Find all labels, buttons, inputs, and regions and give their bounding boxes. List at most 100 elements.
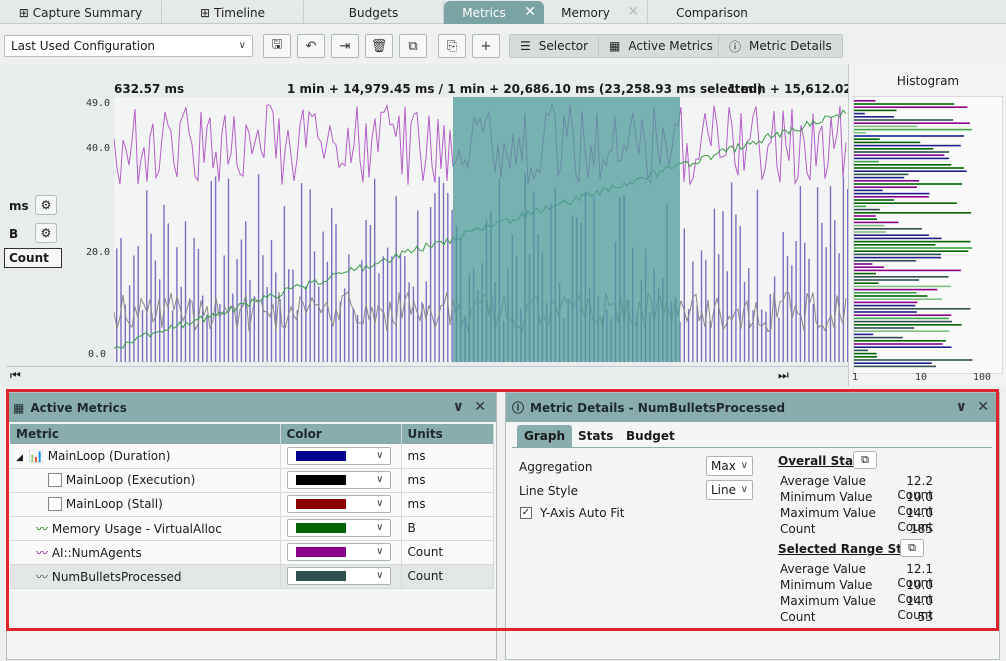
scroll-end-icon[interactable]: ⏭: [778, 368, 789, 383]
histogram-bar: [854, 327, 915, 329]
table-row[interactable]: MainLoop (Stall) ∨ ms: [10, 492, 494, 517]
unit-count-button[interactable]: Count: [4, 248, 62, 268]
close-icon[interactable]: ✕: [977, 399, 989, 415]
tab-stats[interactable]: Stats: [571, 425, 620, 447]
color-dropdown[interactable]: ∨: [286, 495, 391, 513]
save-button[interactable]: 🖫: [263, 34, 291, 58]
undo-button[interactable]: ↶: [297, 34, 325, 58]
histogram-bar: [854, 221, 899, 224]
duration-bar: [300, 183, 303, 362]
color-dropdown[interactable]: ∨: [286, 471, 391, 489]
duration-bar: [331, 208, 333, 362]
duplicate-button[interactable]: ⧉: [399, 34, 427, 58]
tab-graph[interactable]: Graph: [517, 425, 572, 447]
metric-details-button[interactable]: ⓘ Metric Details: [718, 34, 843, 58]
chevron-down-icon[interactable]: ∨: [956, 399, 967, 415]
histogram-bar: [854, 359, 973, 361]
duration-bar: [365, 219, 367, 362]
duration-bar: [412, 286, 415, 362]
close-icon[interactable]: ✕: [474, 399, 486, 415]
timeline-scrollbar[interactable]: ⏮ ⏭: [6, 366, 848, 384]
column-header[interactable]: Metric: [10, 424, 281, 444]
chevron-down-icon[interactable]: ∨: [453, 399, 464, 415]
add-button[interactable]: +: [472, 34, 500, 58]
gear-icon[interactable]: ⚙: [35, 195, 57, 215]
duration-bar: [808, 258, 810, 362]
column-header[interactable]: Color: [280, 424, 402, 444]
delete-button[interactable]: 🗑: [365, 34, 393, 58]
selector-button[interactable]: ☰ Selector: [509, 34, 600, 58]
plus-icon: +: [480, 38, 492, 54]
duration-bar: [778, 317, 780, 362]
paste-button[interactable]: ⎘: [438, 34, 466, 58]
tab-budgets[interactable]: Budgets: [304, 1, 444, 24]
selection-highlight[interactable]: [453, 97, 680, 362]
column-header[interactable]: Units: [401, 424, 494, 444]
export-button[interactable]: ⇥: [331, 34, 359, 58]
tab-capture-summary[interactable]: ⊞ Capture Summary: [0, 1, 162, 24]
color-dropdown[interactable]: ∨: [286, 446, 391, 465]
histogram-bar: [854, 311, 917, 313]
duration-bar: [343, 288, 346, 362]
close-tab-icon[interactable]: ✕: [524, 4, 536, 20]
duration-bar: [283, 206, 286, 362]
histogram-panel: Histogram 1 10 100: [848, 64, 1006, 386]
tab-comparison[interactable]: Comparison: [648, 1, 776, 24]
duration-bar: [834, 220, 836, 362]
color-dropdown[interactable]: ∨: [286, 519, 391, 537]
table-row[interactable]: 〰 NumBulletsProcessed ∨ Count: [10, 564, 494, 589]
active-metrics-button[interactable]: ▦ Active Metrics: [598, 34, 724, 58]
checkbox[interactable]: [48, 473, 62, 488]
tab-bar: ⊞ Capture Summary ⊞ Timeline Budgets Metri…: [0, 0, 1006, 24]
save-icon: 🖫: [271, 37, 283, 52]
autofit-checkbox[interactable]: ✓ Y-Axis Auto Fit: [520, 506, 624, 520]
table-row[interactable]: ◢ 📊 MainLoop (Duration) ∨ ms: [10, 444, 494, 469]
table-row[interactable]: MainLoop (Execution) ∨ ms: [10, 468, 494, 493]
histogram-title: Histogram: [896, 74, 960, 88]
duration-bar: [842, 176, 845, 362]
stat-label: Count: [780, 522, 816, 536]
duration-bar: [240, 239, 243, 362]
histogram-bar: [854, 314, 952, 316]
line-style-label: Line Style: [519, 484, 578, 498]
color-swatch: [295, 571, 346, 581]
histogram-bar: [854, 231, 887, 233]
histogram-bar: [854, 192, 930, 195]
tab-memory[interactable]: Memory ✕: [544, 1, 648, 24]
line-style-dropdown[interactable]: Line ∨: [706, 480, 753, 500]
table-row[interactable]: 〰 AI::NumAgents ∨ Count: [10, 540, 494, 565]
copy-icon[interactable]: ⧉: [900, 539, 924, 557]
histogram-bar: [854, 269, 961, 272]
close-tab-icon[interactable]: ✕: [627, 4, 639, 20]
tab-timeline[interactable]: ⊞ Timeline: [162, 1, 304, 24]
hist-tick: 10: [915, 372, 928, 383]
duration-bar: [438, 176, 440, 362]
scroll-start-icon[interactable]: ⏮: [10, 368, 21, 383]
duration-bar: [369, 225, 372, 362]
tab-budget[interactable]: Budget: [619, 425, 682, 447]
histogram-bar: [854, 336, 903, 339]
list-icon: ☰: [520, 39, 531, 53]
active-metrics-panel: ▦ Active Metrics ∨ ✕ Metric Color Units …: [6, 392, 497, 660]
table-row[interactable]: 〰 Memory Usage - VirtualAlloc ∨ B: [10, 516, 494, 541]
configuration-dropdown[interactable]: Last Used Configuration ∨: [4, 35, 253, 57]
histogram-bar: [854, 240, 971, 243]
tab-metrics[interactable]: Metrics ✕: [444, 1, 544, 24]
chevron-down-icon: ∨: [238, 40, 246, 51]
checkbox[interactable]: [48, 497, 62, 512]
histogram-bar: [854, 308, 971, 310]
collapse-icon[interactable]: ◢: [16, 453, 23, 463]
color-dropdown[interactable]: ∨: [286, 543, 391, 561]
duration-bar: [442, 183, 445, 362]
range-start-label: 632.57 ms: [114, 82, 185, 96]
aggregation-dropdown[interactable]: Max ∨: [706, 456, 753, 476]
copy-icon[interactable]: ⧉: [853, 451, 877, 469]
gear-icon[interactable]: ⚙: [35, 223, 57, 243]
histogram-bar: [854, 164, 952, 166]
color-dropdown[interactable]: ∨: [286, 567, 391, 585]
duration-bar: [713, 208, 716, 362]
duration-bar: [313, 251, 316, 362]
histogram-bar: [854, 349, 868, 352]
duration-bar: [722, 211, 724, 362]
duration-bar: [386, 247, 389, 362]
